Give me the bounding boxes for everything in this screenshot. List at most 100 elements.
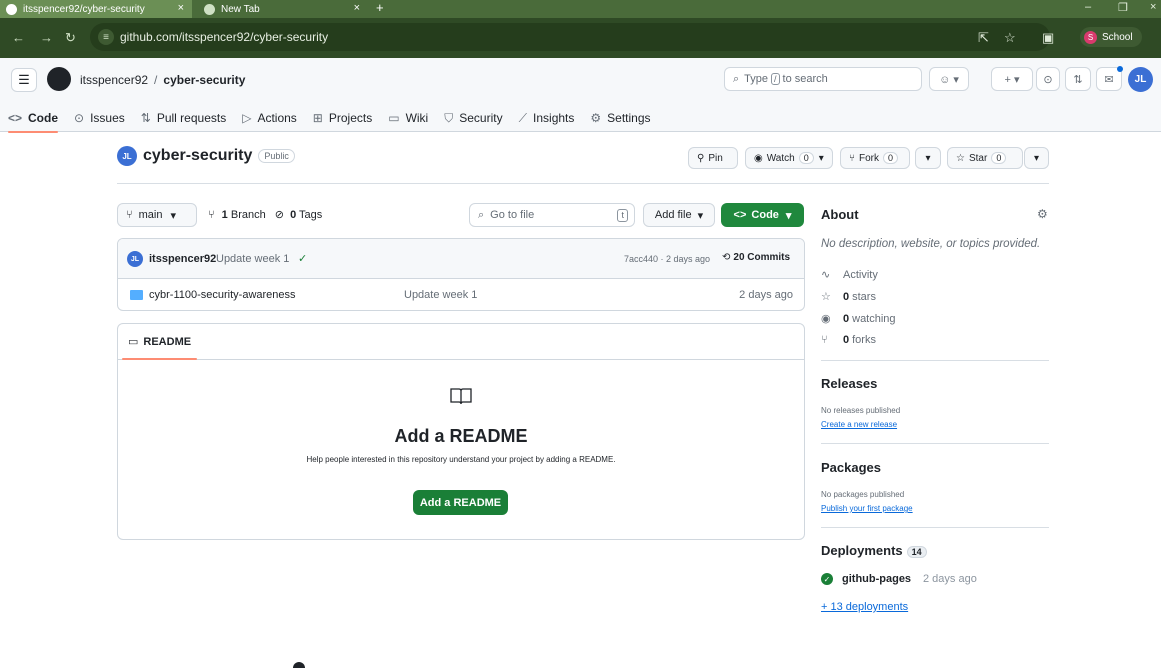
pull-request-icon: ⇅ (1073, 73, 1083, 86)
issues-button[interactable]: ⊙ (1036, 67, 1060, 91)
watching-label: watching (852, 312, 896, 325)
browser-tab-strip: itsspencer92/cyber-security × New Tab × … (0, 0, 1161, 18)
tab-settings[interactable]: ⚙ Settings (582, 104, 658, 132)
stars-link[interactable]: ☆ 0 stars (821, 290, 876, 304)
reload-icon[interactable]: ↻ (65, 30, 76, 46)
chevron-down-icon: ▾ (818, 152, 824, 164)
tab-close-icon[interactable]: × (178, 2, 184, 14)
repo-owner-avatar[interactable]: JL (117, 146, 137, 166)
search-input[interactable]: ⌕ Type / to search (724, 67, 922, 91)
address-bar[interactable]: ≡ github.com/itsspencer92/cyber-security (90, 23, 1050, 51)
user-avatar[interactable]: JL (1128, 67, 1153, 92)
restore-icon[interactable]: ❐ (1118, 1, 1128, 14)
deployments-heading[interactable]: Deployments 14 (821, 543, 927, 558)
forks-link[interactable]: ⑂ 0 forks (821, 334, 876, 346)
chevron-down-icon: ▾ (1033, 152, 1040, 164)
code-button[interactable]: <> Code ▾ (721, 203, 804, 227)
activity-label: Activity (843, 268, 878, 281)
github-logo-icon[interactable] (47, 67, 71, 91)
tag-count[interactable]: 0 (290, 209, 296, 221)
book-icon: ▭ (388, 111, 400, 125)
menu-icon[interactable]: ☰ (11, 68, 37, 92)
deployment-name[interactable]: github-pages (842, 573, 911, 585)
commit-message[interactable]: Update week 1 (216, 253, 289, 265)
profile-button[interactable]: S School (1080, 27, 1142, 47)
github-favicon-icon (6, 3, 17, 15)
repo-name[interactable]: cyber-security (143, 147, 252, 165)
branch-tag-counts: ⑂ 1 Branch ⊘ 0 Tags (208, 208, 322, 221)
install-app-icon[interactable]: ⇱ (978, 30, 989, 46)
gear-icon[interactable]: ⚙ (1037, 207, 1048, 221)
tab-close-icon[interactable]: × (354, 2, 360, 14)
pin-button[interactable]: ⚲ Pin (688, 147, 738, 169)
copilot-button[interactable]: ☺ ▾ (929, 67, 969, 91)
branch-count[interactable]: 1 (222, 209, 228, 221)
new-tab-button[interactable]: + (376, 0, 384, 15)
graph-icon: ⟋ (518, 110, 528, 125)
readme-tab-underline (122, 358, 197, 360)
browser-tab-new[interactable]: New Tab × (196, 0, 368, 18)
create-release-link[interactable]: Create a new release (821, 420, 897, 429)
forward-icon[interactable]: → (40, 30, 53, 45)
file-name[interactable]: cybr-1100-security-awareness (149, 289, 296, 301)
tab-wiki[interactable]: ▭ Wiki (380, 104, 436, 132)
releases-heading[interactable]: Releases (821, 376, 877, 391)
more-deployments-link[interactable]: + 13 deployments (821, 601, 908, 613)
code-icon: <> (733, 209, 747, 221)
committer-avatar[interactable]: JL (127, 251, 143, 267)
add-file-button[interactable]: Add file ▾ (643, 203, 715, 227)
tab-security[interactable]: ⛉ Security (436, 104, 510, 132)
inbox-icon: ✉ (1104, 73, 1114, 86)
bookmark-star-icon[interactable]: ☆ (1004, 30, 1016, 46)
tab-issues[interactable]: ⊙ Issues (66, 104, 133, 132)
file-date: 2 days ago (739, 289, 793, 301)
packages-heading[interactable]: Packages (821, 460, 881, 475)
chevron-down-icon: ▾ (170, 209, 176, 222)
site-info-icon[interactable]: ≡ (98, 29, 114, 45)
tab-code[interactable]: <> Code (0, 104, 66, 133)
back-icon[interactable]: ← (12, 30, 25, 45)
copilot-icon: ☺ ▾ (939, 73, 959, 86)
issues-icon: ⊙ (1043, 73, 1053, 86)
watching-link[interactable]: ◉ 0 watching (821, 312, 896, 326)
side-panel-icon[interactable]: ▣ (1042, 30, 1054, 46)
breadcrumb-owner[interactable]: itsspencer92 (80, 73, 148, 87)
star-button[interactable]: ☆ Star 0 (947, 147, 1023, 169)
tag-word[interactable]: Tags (299, 209, 322, 221)
go-to-file-placeholder: Go to file (490, 209, 535, 221)
about-heading: About (821, 207, 859, 222)
readme-tab[interactable]: ▭ README (128, 335, 191, 349)
tab-actions[interactable]: ▷ Actions (234, 104, 305, 132)
tab-insights[interactable]: ⟋ Insights (511, 104, 583, 132)
branch-word[interactable]: Branch (231, 209, 266, 221)
browser-tab-active[interactable]: itsspencer92/cyber-security × (0, 0, 192, 18)
success-check-icon: ✓ (821, 573, 833, 585)
go-to-file-input[interactable]: ⌕ Go to file t (469, 203, 635, 227)
pull-requests-button[interactable]: ⇅ (1065, 67, 1091, 91)
close-window-icon[interactable]: × (1150, 1, 1156, 13)
issues-icon: ⊙ (74, 111, 85, 125)
divider (821, 527, 1049, 528)
commits-link[interactable]: ⟲ 20 Commits (722, 252, 790, 263)
divider (821, 443, 1049, 444)
fork-button[interactable]: ⑂ Fork 0 (840, 147, 910, 169)
commit-author[interactable]: itsspencer92 (149, 253, 216, 265)
watch-button[interactable]: ◉ Watch 0 ▾ (745, 147, 833, 169)
file-commit-message[interactable]: Update week 1 (404, 289, 477, 301)
add-readme-button[interactable]: Add a README (413, 490, 508, 515)
tab-pull-requests[interactable]: ⇅ Pull requests (133, 104, 234, 132)
publish-package-link[interactable]: Publish your first package (821, 504, 913, 513)
activity-link[interactable]: ∿ Activity (821, 268, 878, 282)
star-dropdown-button[interactable]: ▾ (1024, 147, 1049, 169)
tab-projects[interactable]: ⊞ Projects (305, 104, 380, 132)
minimize-icon[interactable]: – (1085, 1, 1091, 13)
commit-meta[interactable]: 7acc440 · 2 days ago (624, 254, 710, 264)
create-new-button[interactable]: + ▾ (991, 67, 1033, 91)
breadcrumb-repo[interactable]: cyber-security (163, 73, 245, 87)
watch-label: Watch (766, 152, 795, 164)
check-icon[interactable]: ✓ (298, 252, 307, 265)
footer-github-logo-icon[interactable] (293, 662, 305, 668)
packages-empty: No packages published (821, 490, 905, 499)
branch-selector[interactable]: ⑂ main ▾ (117, 203, 197, 227)
fork-dropdown-button[interactable]: ▾ (915, 147, 941, 169)
